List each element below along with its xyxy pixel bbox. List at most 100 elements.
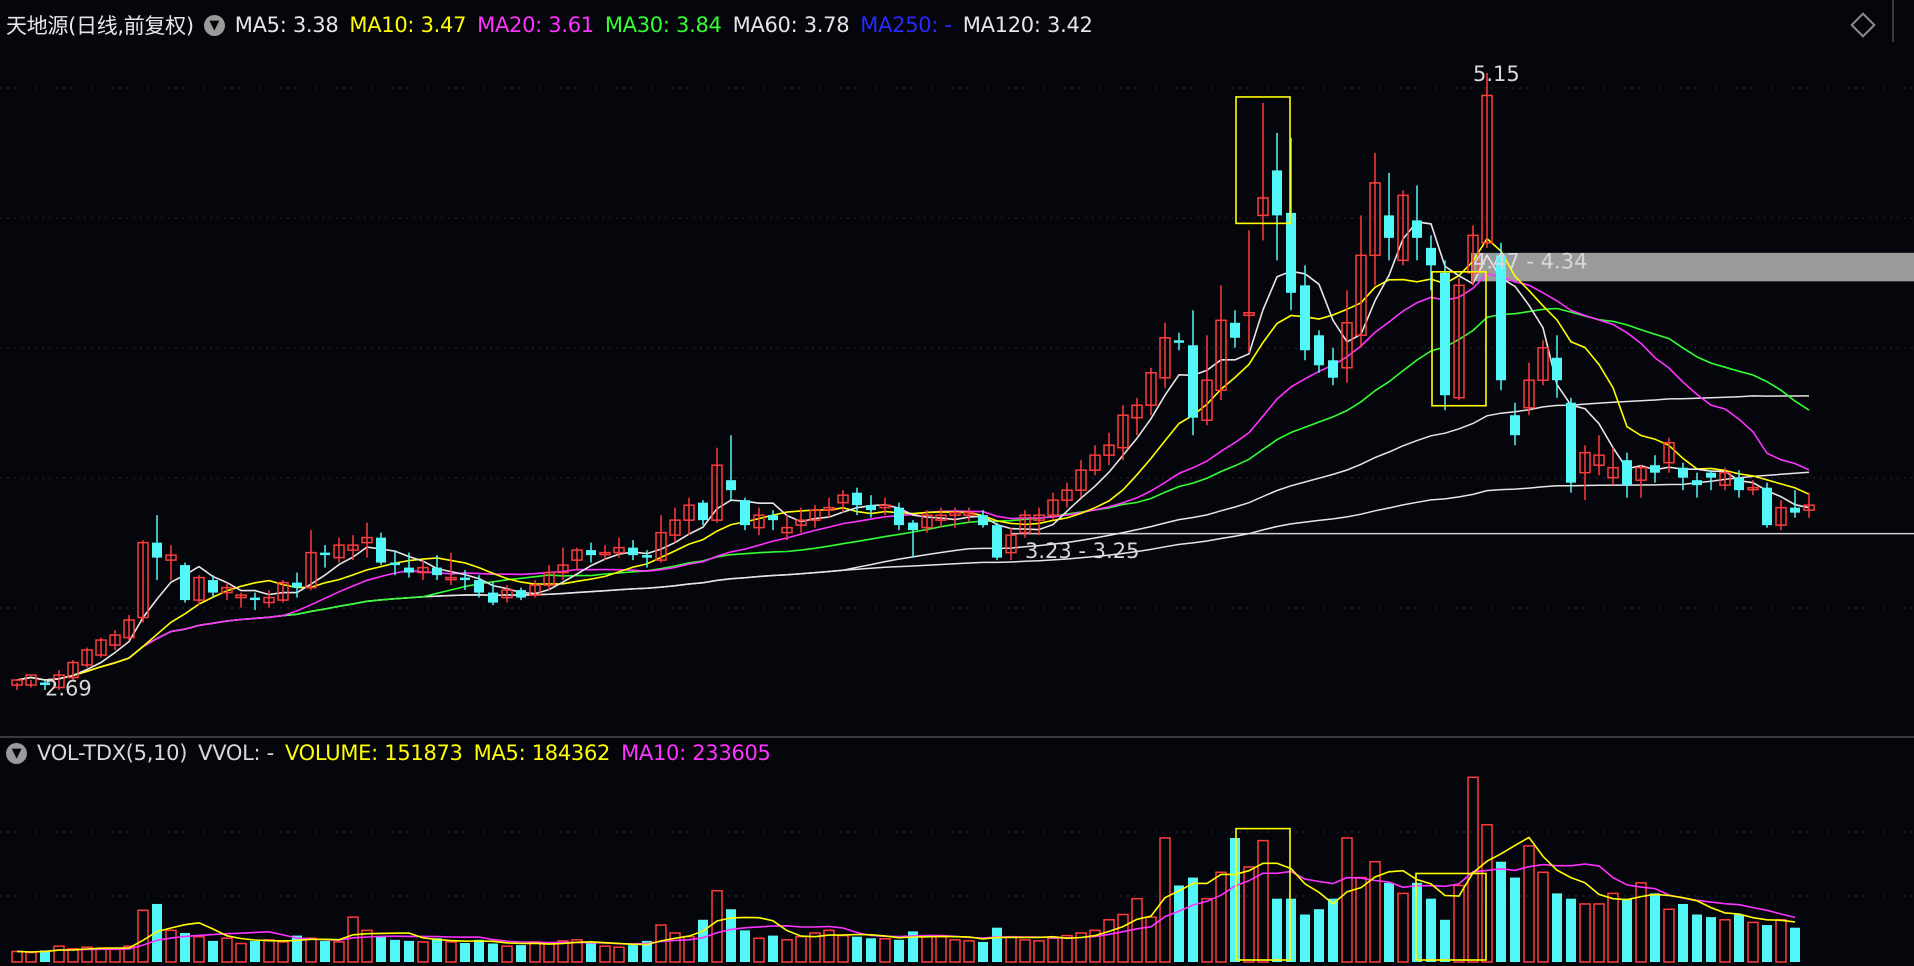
volume-bar-up xyxy=(1019,939,1031,963)
candle-down xyxy=(152,542,162,558)
candle-down xyxy=(432,567,442,576)
volume-bar-down xyxy=(1328,898,1338,962)
volume-bar-up xyxy=(11,950,23,963)
volume-bar-up xyxy=(1747,921,1759,963)
candle-down xyxy=(1622,460,1632,486)
volume-bar-down xyxy=(390,939,400,962)
candle-down xyxy=(208,580,218,593)
volume-bar-down xyxy=(740,930,750,962)
candle-down xyxy=(852,492,862,506)
price-annotation: 3.23 - 3.25 xyxy=(1025,539,1139,563)
candle-down xyxy=(698,502,708,521)
volume-bar-down xyxy=(1412,882,1422,962)
volume-bar-up xyxy=(137,909,149,963)
price-annotation: 5.15 xyxy=(1473,62,1520,86)
kline-chart[interactable]: 2.69 3.23 - 3.25 5.15 4.47 - 4.34 xyxy=(0,0,1914,966)
volume-bar-down xyxy=(1762,925,1772,962)
volume-bar-up xyxy=(963,940,975,963)
ma20-line xyxy=(16,273,1810,681)
volume-bar-down xyxy=(208,940,218,962)
candle-down xyxy=(474,580,484,593)
volume-bar-up xyxy=(935,935,947,963)
candle-down xyxy=(292,582,302,588)
candle-down xyxy=(1762,487,1772,526)
volume-bar-up xyxy=(165,929,177,963)
volume-bar-up xyxy=(1579,903,1591,963)
volume-bar-up xyxy=(949,939,961,963)
candle-down xyxy=(376,537,386,563)
candle-down xyxy=(1650,465,1660,473)
candle-down xyxy=(628,547,638,556)
candle-down xyxy=(320,552,330,556)
volume-bar-up xyxy=(221,937,233,963)
volume-bar-up xyxy=(305,937,317,963)
volume-bar-down xyxy=(1510,877,1520,962)
volume-bar-down xyxy=(1566,898,1576,962)
volume-bar-up xyxy=(781,939,793,963)
volume-bar-down xyxy=(992,927,1002,962)
volume-bar-down xyxy=(488,943,498,962)
candle-down xyxy=(1230,322,1240,338)
volume-bar-down xyxy=(1300,914,1310,962)
volume-bar-up xyxy=(1061,934,1073,963)
candle-down xyxy=(1496,255,1506,381)
candle-down xyxy=(992,525,1002,558)
volume-bar-down xyxy=(1706,917,1716,962)
volume-bar-down xyxy=(1384,882,1394,962)
volume-bar-up xyxy=(543,942,555,963)
candle-down xyxy=(642,555,652,558)
ma30-line xyxy=(16,307,1810,681)
candle-down xyxy=(1384,215,1394,238)
candle-down xyxy=(768,515,778,521)
volume-bar-down xyxy=(432,938,442,962)
volume-bar-down xyxy=(852,936,862,962)
volume-bar-up xyxy=(95,947,107,963)
volume-bar-up xyxy=(1117,913,1129,963)
volume-bar-up xyxy=(1103,919,1115,963)
volume-bar-down xyxy=(698,919,708,962)
candle-down xyxy=(1692,480,1702,486)
volume-bar-up xyxy=(347,916,359,963)
volume-bar-down xyxy=(1734,914,1744,962)
volume-bar-down xyxy=(250,940,260,962)
candle-down xyxy=(1790,507,1800,513)
volume-bar-down xyxy=(376,936,386,962)
candle-down xyxy=(1328,360,1338,378)
candle-down xyxy=(586,550,596,556)
candle-down xyxy=(1272,170,1282,216)
volume-bar-down xyxy=(404,940,414,962)
candle-down xyxy=(866,505,876,511)
volume-bar-up xyxy=(1453,884,1465,963)
vol-ma10-line xyxy=(16,863,1796,953)
price-annotation: 2.69 xyxy=(45,677,92,701)
candle-down xyxy=(1552,357,1562,381)
volume-bar-down xyxy=(1174,885,1184,962)
candle-down xyxy=(1426,247,1436,266)
volume-bar-down xyxy=(1692,914,1702,962)
candle-down xyxy=(740,500,750,526)
volume-bar-down xyxy=(1188,877,1198,962)
volume-bar-up xyxy=(1719,919,1731,963)
candle-down xyxy=(1734,477,1744,491)
volume-bar-up xyxy=(333,941,345,963)
volume-bar-down xyxy=(866,938,876,962)
candle-down xyxy=(250,597,260,601)
candle-down xyxy=(894,507,904,526)
volume-bar-down xyxy=(1272,898,1282,962)
volume-bar-up xyxy=(1341,837,1353,963)
volume-bar-up xyxy=(109,948,121,963)
volume-bar-down xyxy=(1496,861,1506,962)
candle-down xyxy=(978,515,988,526)
volume-bar-up xyxy=(1257,839,1269,963)
ma10-line xyxy=(16,237,1810,681)
volume-bar-up xyxy=(25,951,37,963)
candle-down xyxy=(1678,467,1688,478)
volume-bar-up xyxy=(1593,903,1605,963)
volume-bar-up xyxy=(837,934,849,963)
volume-bar-down xyxy=(586,943,596,962)
candle-down xyxy=(1300,285,1310,351)
volume-bar-down xyxy=(1678,903,1688,962)
volume-bar-up xyxy=(921,934,933,963)
volume-bar-down xyxy=(1790,927,1800,962)
volume-bar-up xyxy=(1355,876,1367,963)
